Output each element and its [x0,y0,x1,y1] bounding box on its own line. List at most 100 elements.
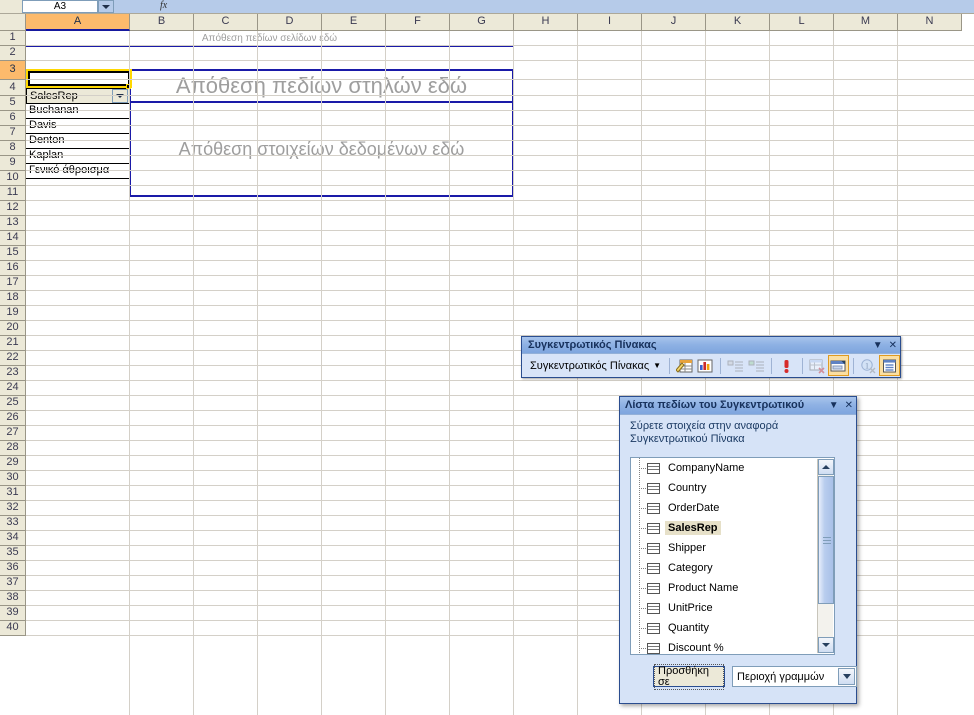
row-header-15[interactable]: 15 [0,246,26,261]
field-list-item[interactable]: Product Name [631,578,834,598]
field-list-item[interactable]: CompanyName [631,458,834,478]
row-header-20[interactable]: 20 [0,321,26,336]
chevron-down-icon[interactable] [838,668,855,685]
show-detail-icon[interactable] [746,355,767,376]
column-header-f[interactable]: F [386,14,450,31]
field-list-item[interactable]: Country [631,478,834,498]
field-settings-icon[interactable] [827,355,849,376]
refresh-data-icon[interactable] [776,355,797,376]
row-header-38[interactable]: 38 [0,591,26,606]
row-header-11[interactable]: 11 [0,186,26,201]
row-header-10[interactable]: 10 [0,171,26,186]
row-header-4[interactable]: 4 [0,80,26,96]
show-field-list-icon[interactable] [878,355,900,376]
row-header-24[interactable]: 24 [0,381,26,396]
row-header-29[interactable]: 29 [0,456,26,471]
row-header-39[interactable]: 39 [0,606,26,621]
row-header-35[interactable]: 35 [0,546,26,561]
column-header-g[interactable]: G [450,14,514,31]
row-header-32[interactable]: 32 [0,501,26,516]
row-header-16[interactable]: 16 [0,261,26,276]
column-header-n[interactable]: N [898,14,962,31]
chevron-down-icon[interactable]: ▼ [829,401,839,411]
row-header-7[interactable]: 7 [0,126,26,141]
pivot-row-item[interactable]: Davis [26,119,130,134]
row-header-23[interactable]: 23 [0,366,26,381]
area-select-dropdown[interactable]: Περιοχή γραμμών [732,666,857,687]
chart-wizard-icon[interactable] [695,355,716,376]
row-header-8[interactable]: 8 [0,141,26,156]
row-header-9[interactable]: 9 [0,156,26,171]
row-header-3[interactable]: 3 [0,61,26,80]
row-header-31[interactable]: 31 [0,486,26,501]
row-header-34[interactable]: 34 [0,531,26,546]
pivot-row-item[interactable]: Kaplan [26,149,130,164]
pivottable-toolbar-titlebar[interactable]: Συγκεντρωτικός Πίνακας ▼ ✕ [522,337,900,354]
chevron-down-icon[interactable] [112,89,128,103]
field-list-item[interactable]: SalesRep [631,518,834,538]
column-header-d[interactable]: D [258,14,322,31]
row-header-1[interactable]: 1 [0,31,26,46]
column-header-h[interactable]: H [514,14,578,31]
row-header-26[interactable]: 26 [0,411,26,426]
row-header-33[interactable]: 33 [0,516,26,531]
row-header-27[interactable]: 27 [0,426,26,441]
column-header-c[interactable]: C [194,14,258,31]
row-header-2[interactable]: 2 [0,46,26,61]
column-header-j[interactable]: J [642,14,706,31]
row-header-28[interactable]: 28 [0,441,26,456]
fx-icon[interactable]: fx [160,0,167,13]
row-header-22[interactable]: 22 [0,351,26,366]
row-header-5[interactable]: 5 [0,96,26,111]
row-header-6[interactable]: 6 [0,111,26,126]
row-header-19[interactable]: 19 [0,306,26,321]
format-report-icon[interactable] [674,355,695,376]
field-list-item[interactable]: UnitPrice [631,598,834,618]
scroll-down-arrow-icon[interactable] [818,637,834,653]
row-header-18[interactable]: 18 [0,291,26,306]
row-header-30[interactable]: 30 [0,471,26,486]
field-list-titlebar[interactable]: Λίστα πεδίων του Συγκεντρωτικού ▼ ✕ [620,397,856,415]
row-header-14[interactable]: 14 [0,231,26,246]
select-all-corner[interactable] [0,14,26,31]
row-header-40[interactable]: 40 [0,621,26,636]
hide-detail-icon[interactable] [725,355,746,376]
field-list-item[interactable]: OrderDate [631,498,834,518]
close-icon[interactable]: ✕ [845,401,853,411]
pivottable-menu-button[interactable]: Συγκεντρωτικός Πίνακας ▼ [526,358,665,374]
hide-field-list-icon[interactable]: 1 [858,355,879,376]
name-box[interactable]: A3 [22,0,98,13]
include-hidden-items-icon[interactable] [806,355,827,376]
row-header-37[interactable]: 37 [0,576,26,591]
formula-input[interactable] [114,0,974,13]
pivot-row-item[interactable]: Buchanan [26,104,130,119]
pivottable-field-list-dialog[interactable]: Λίστα πεδίων του Συγκεντρωτικού ▼ ✕ Σύρε… [619,396,857,704]
column-header-b[interactable]: B [130,14,194,31]
add-to-button[interactable]: Προσθήκη σε [653,663,725,690]
scrollbar-thumb[interactable] [818,476,834,604]
field-list-item[interactable]: Quantity [631,618,834,638]
scroll-up-arrow-icon[interactable] [818,459,834,475]
field-list-box[interactable]: CompanyName Country OrderDate SalesRep Shipp… [630,457,835,655]
column-header-m[interactable]: M [834,14,898,31]
field-list-item[interactable]: Shipper [631,538,834,558]
column-header-e[interactable]: E [322,14,386,31]
row-header-12[interactable]: 12 [0,201,26,216]
pivottable-toolbar[interactable]: Συγκεντρωτικός Πίνακας ▼ ✕ Συγκεντρωτικό… [521,336,901,378]
name-box-dropdown-icon[interactable] [98,0,114,13]
row-header-25[interactable]: 25 [0,396,26,411]
chevron-down-icon[interactable]: ▼ [873,340,883,351]
column-header-l[interactable]: L [770,14,834,31]
pivot-row-item[interactable]: Γενικό άθροισμα [26,164,130,179]
row-header-36[interactable]: 36 [0,561,26,576]
pivot-row-item[interactable]: Denton [26,134,130,149]
field-list-item[interactable]: Category [631,558,834,578]
column-header-a[interactable]: A [26,14,130,31]
field-list-scrollbar[interactable] [817,459,834,653]
row-header-21[interactable]: 21 [0,336,26,351]
column-header-i[interactable]: I [578,14,642,31]
row-header-17[interactable]: 17 [0,276,26,291]
row-header-13[interactable]: 13 [0,216,26,231]
close-icon[interactable]: ✕ [889,340,897,351]
field-list-item[interactable]: Discount % [631,638,834,654]
